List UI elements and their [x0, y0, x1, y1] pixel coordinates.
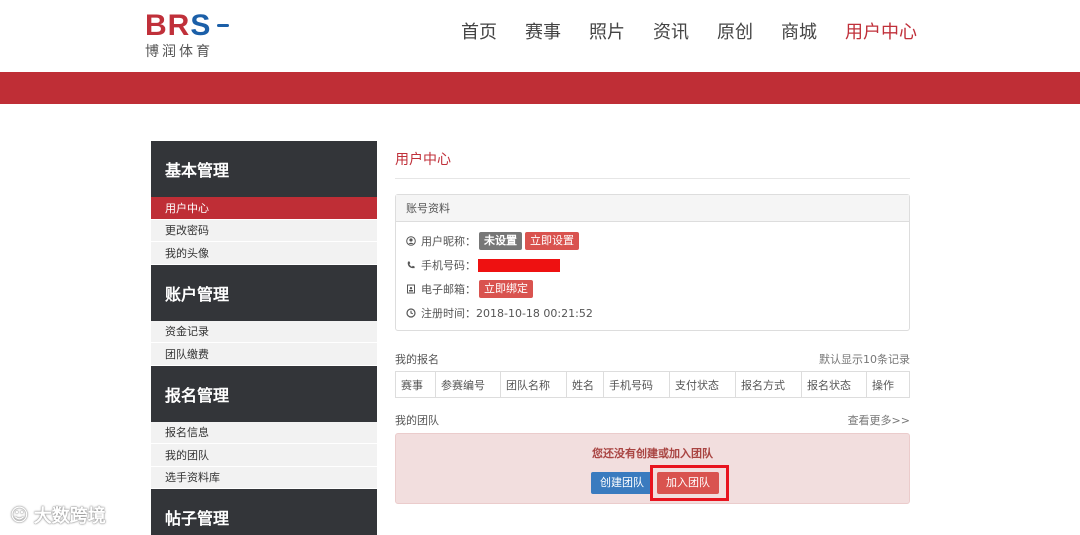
col-registration-status: 报名状态 — [801, 371, 867, 398]
nav-photos[interactable]: 照片 — [589, 20, 625, 46]
watermark: ☺ 大数跨境 — [10, 502, 106, 528]
join-team-highlight — [650, 465, 729, 501]
sidebar-item-team-payment[interactable]: 团队缴费 — [151, 343, 377, 366]
bind-email-button[interactable]: 立即绑定 — [479, 280, 533, 298]
nav-news[interactable]: 资讯 — [653, 20, 689, 46]
phone-row: 手机号码： — [406, 253, 899, 277]
nickname-label: 用户昵称： — [421, 235, 476, 248]
col-team-name: 团队名称 — [500, 371, 567, 398]
sidebar-group-basic: 基本管理 — [151, 141, 377, 197]
clock-icon — [406, 308, 416, 318]
nickname-status-badge: 未设置 — [479, 232, 522, 250]
sidebar: 基本管理 用户中心 更改密码 我的头像 账户管理 资金记录 团队缴费 报名管理 … — [151, 141, 377, 535]
sidebar-group-account: 账户管理 — [151, 264, 377, 321]
set-nickname-button[interactable]: 立即设置 — [525, 232, 579, 250]
team-empty-message: 您还没有创建或加入团队 — [592, 447, 713, 460]
nav-home[interactable]: 首页 — [461, 20, 497, 46]
team-title: 我的团队 — [395, 414, 439, 427]
table-header-row: 赛事 参赛编号 团队名称 姓名 手机号码 支付状态 报名方式 报名状态 操作 — [395, 371, 910, 398]
sidebar-item-change-password[interactable]: 更改密码 — [151, 219, 377, 242]
account-panel-header: 账号资料 — [396, 195, 909, 222]
brs-logo[interactable]: BRS 博润体育 — [145, 10, 235, 60]
col-actions: 操作 — [866, 371, 910, 398]
team-alert: 您还没有创建或加入团队 创建团队 加入团队 — [395, 433, 910, 504]
col-event: 赛事 — [395, 371, 436, 398]
nav-original[interactable]: 原创 — [717, 20, 753, 46]
register-time-value: 2018-10-18 00:21:52 — [476, 306, 593, 320]
view-more-link[interactable]: 查看更多>> — [848, 412, 910, 428]
col-payment-status: 支付状态 — [669, 371, 736, 398]
register-time-row: 注册时间： 2018-10-18 00:21:52 — [406, 301, 899, 325]
registrations-note: 默认显示10条记录 — [819, 353, 910, 366]
sidebar-item-player-database[interactable]: 选手资料库 — [151, 466, 377, 489]
phone-redaction — [478, 258, 560, 272]
site-header: BRS 博润体育 首页 赛事 照片 资讯 原创 商城 用户中心 — [0, 0, 1080, 72]
sidebar-item-my-avatar[interactable]: 我的头像 — [151, 242, 377, 265]
registrations-title: 我的报名 — [395, 353, 439, 366]
logo-swoosh-icon — [217, 24, 229, 27]
email-label: 电子邮箱： — [421, 283, 476, 296]
nav-events[interactable]: 赛事 — [525, 20, 561, 46]
nav-user-center[interactable]: 用户中心 — [845, 20, 917, 46]
register-time-label: 注册时间： — [421, 307, 476, 320]
user-icon — [406, 236, 416, 246]
create-team-button[interactable]: 创建团队 — [591, 472, 653, 494]
header-banner — [0, 72, 1080, 104]
logo-mark: BRS — [145, 9, 212, 42]
account-panel: 账号资料 用户昵称： 未设置 立即设置 手机号码： 电子邮箱： 立即绑定 注册时… — [395, 194, 910, 331]
col-name: 姓名 — [566, 371, 604, 398]
sidebar-group-posts: 帖子管理 — [151, 489, 377, 535]
team-header: 我的团队 查看更多>> — [395, 411, 910, 429]
email-row: 电子邮箱： 立即绑定 — [406, 277, 899, 301]
col-phone: 手机号码 — [603, 371, 670, 398]
sidebar-item-user-center[interactable]: 用户中心 — [151, 197, 377, 220]
nickname-row: 用户昵称： 未设置 立即设置 — [406, 229, 899, 253]
col-entry-number: 参赛编号 — [435, 371, 501, 398]
sidebar-group-registration: 报名管理 — [151, 365, 377, 422]
sidebar-item-my-team[interactable]: 我的团队 — [151, 444, 377, 467]
main-nav: 首页 赛事 照片 资讯 原创 商城 用户中心 — [433, 20, 917, 46]
wechat-icon: ☺ — [10, 504, 29, 526]
sidebar-item-fund-records[interactable]: 资金记录 — [151, 320, 377, 343]
page-title: 用户中心 — [395, 141, 910, 179]
nav-mall[interactable]: 商城 — [781, 20, 817, 46]
main-content: 用户中心 账号资料 用户昵称： 未设置 立即设置 手机号码： 电子邮箱： 立即绑… — [395, 141, 910, 504]
col-registration-method: 报名方式 — [735, 371, 802, 398]
registrations-table: 赛事 参赛编号 团队名称 姓名 手机号码 支付状态 报名方式 报名状态 操作 — [395, 371, 910, 398]
phone-icon — [406, 260, 416, 270]
phone-label: 手机号码： — [421, 259, 476, 272]
email-icon — [406, 284, 416, 294]
registrations-header: 我的报名 默认显示10条记录 — [395, 350, 910, 368]
sidebar-item-registration-info[interactable]: 报名信息 — [151, 421, 377, 444]
logo-subtitle: 博润体育 — [145, 44, 213, 60]
watermark-text: 大数跨境 — [33, 506, 106, 527]
